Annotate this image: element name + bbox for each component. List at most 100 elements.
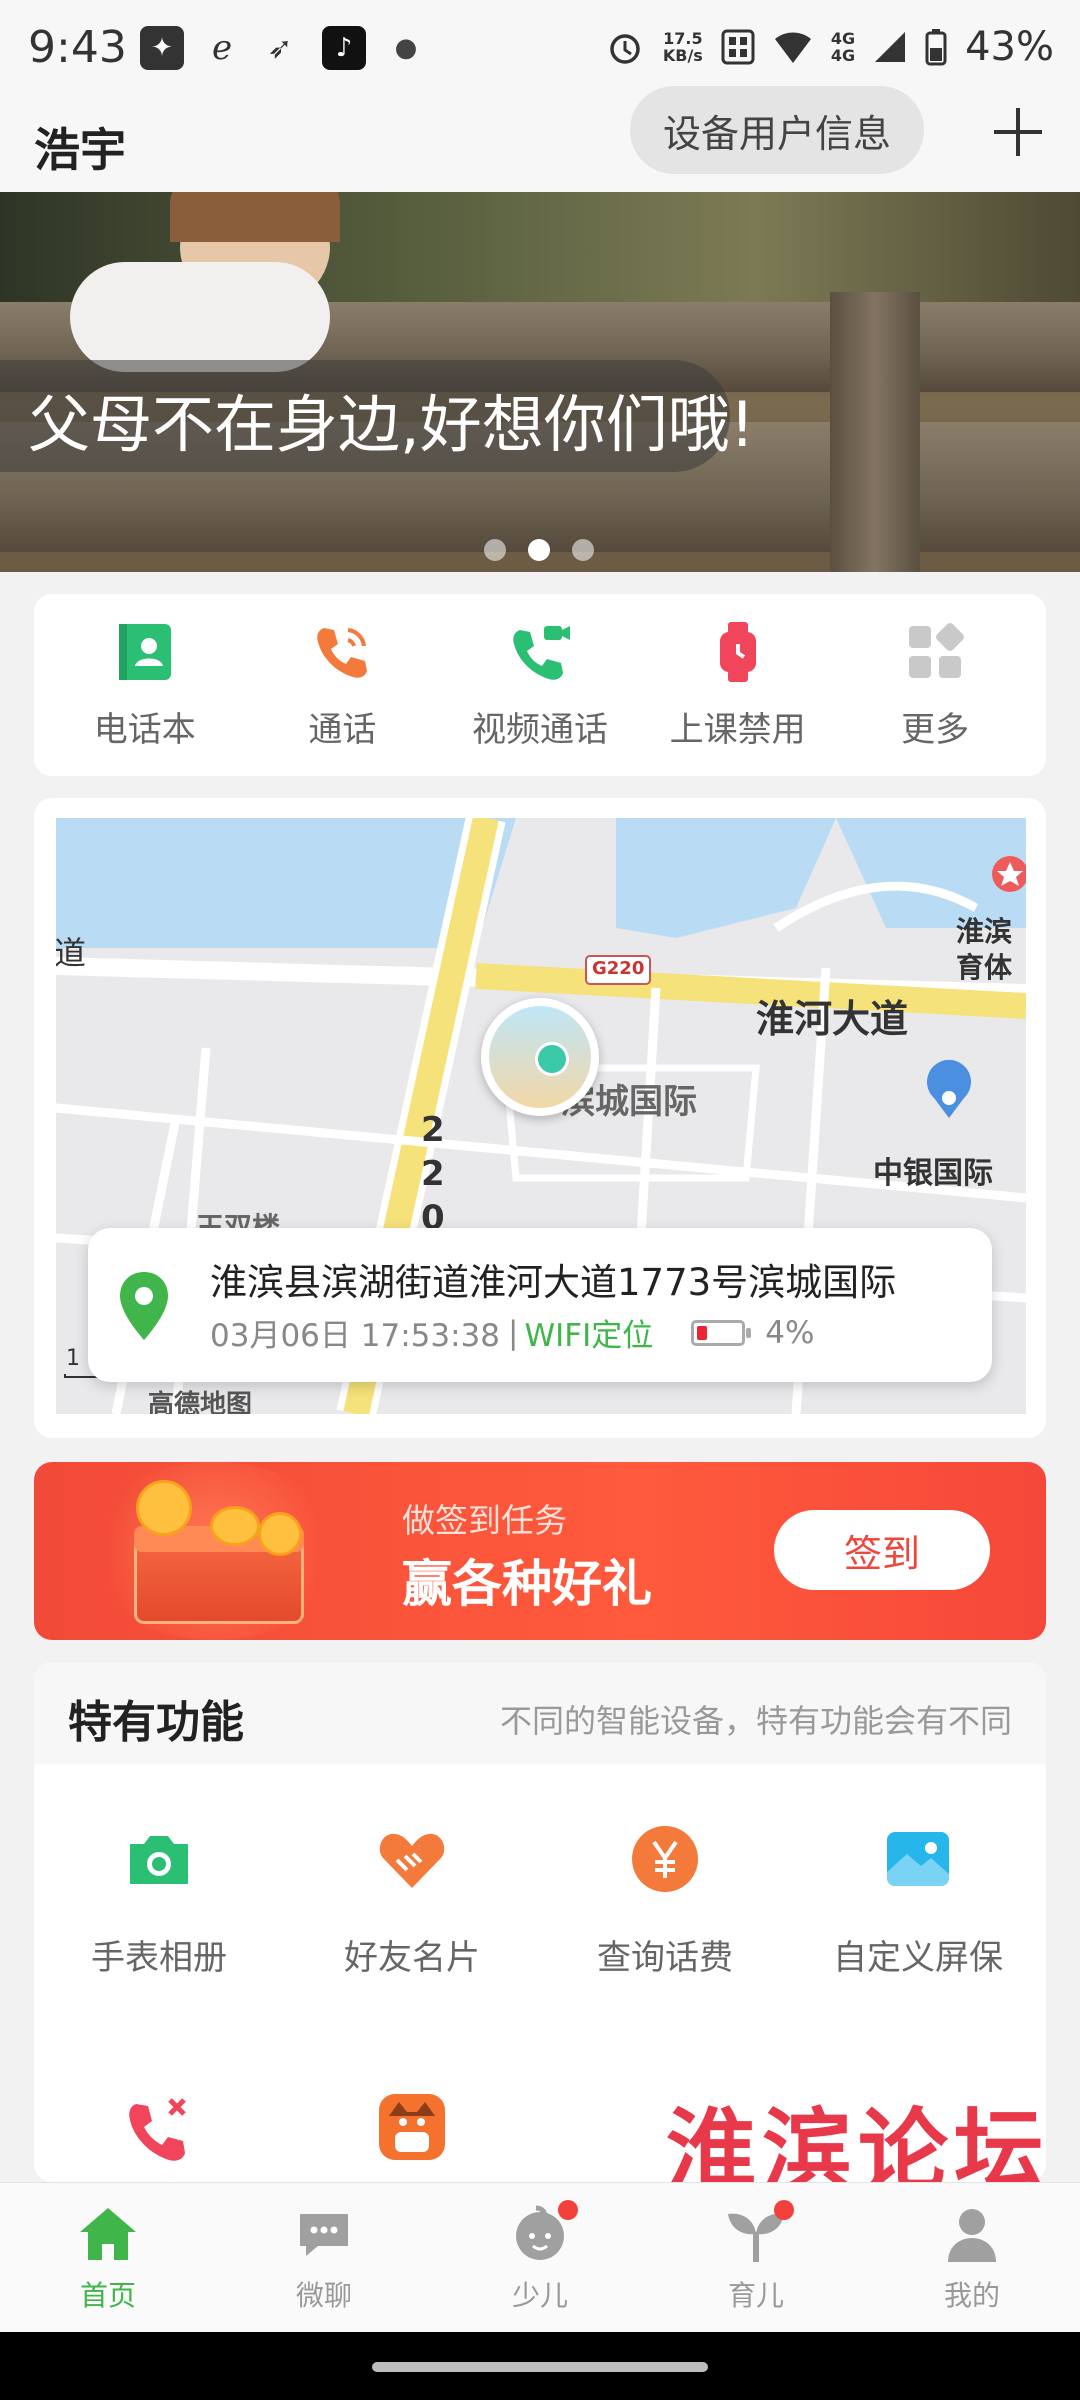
network-type-2: 4G	[830, 46, 856, 65]
map-road-code: G220	[592, 958, 645, 979]
add-icon[interactable]	[986, 100, 1050, 164]
coin-stack-icon	[210, 1506, 260, 1546]
quick-action-label: 电话本	[93, 709, 196, 750]
quick-actions: 电话本 通话 视频通话 上课禁用 更多	[34, 594, 1046, 776]
battery-percent: 43%	[965, 24, 1054, 70]
listen-app-icon	[379, 2094, 445, 2160]
nav-label: 微聊	[295, 2278, 352, 2312]
location-info-card[interactable]: 淮滨县滨湖街道淮河大道1773号滨城国际 03月06日 17:53:38 | W…	[88, 1228, 992, 1382]
carousel-dot-1[interactable]	[484, 539, 506, 561]
chat-icon	[300, 2213, 348, 2256]
marker-badge-icon	[535, 1042, 569, 1076]
camera-icon	[130, 1836, 188, 1884]
nav-parenting[interactable]: 育儿	[656, 2199, 856, 2314]
location-address: 淮滨县滨湖街道淮河大道1773号滨城国际	[210, 1261, 897, 1304]
nav-label: 少儿	[511, 2278, 568, 2312]
nav-label: 我的	[943, 2278, 1000, 2312]
hd-icon	[721, 29, 755, 65]
quick-action-more[interactable]: 更多	[845, 620, 1025, 751]
coin-icon-2	[258, 1512, 302, 1556]
function-label: 自定义屏保	[833, 1938, 1003, 1978]
map-road-main-label: 淮河大道	[756, 997, 909, 1041]
quick-action-label: 通话	[308, 709, 377, 750]
nav-chat[interactable]: 微聊	[224, 2202, 424, 2314]
checkin-title: 赢各种好礼	[402, 1555, 652, 1613]
tiktok-icon: ♪	[322, 26, 366, 70]
quick-action-class-mode[interactable]: 上课禁用	[648, 620, 828, 751]
contact-book-icon	[118, 623, 171, 680]
function-label: 手表相册	[91, 1938, 227, 1978]
signal-icon	[875, 32, 906, 62]
nav-kids-badge	[558, 2199, 578, 2220]
checkin-subtitle: 做签到任务	[402, 1501, 567, 1540]
checkin-button[interactable]: 签到	[774, 1510, 990, 1590]
alarm-icon	[610, 34, 640, 64]
banner-carousel[interactable]: 父母不在身边,好想你们哦!	[0, 192, 1080, 572]
quick-action-label: 视频通话	[471, 709, 608, 750]
location-meta: 03月06日 17:53:38 | WIFI定位 4%	[210, 1310, 814, 1355]
location-method: WIFI定位	[524, 1318, 654, 1354]
special-functions-title: 特有功能	[68, 1697, 244, 1748]
checkin-banner[interactable]: 做签到任务 赢各种好礼 签到	[34, 1462, 1046, 1640]
quick-action-call[interactable]: 通话	[252, 620, 432, 751]
nav-home[interactable]: 首页	[8, 2202, 208, 2314]
device-name-title: 浩宇	[34, 123, 126, 177]
status-time: 9:43	[28, 22, 127, 73]
map-brand-label: 高德地图	[148, 1390, 253, 1414]
send-app-icon: ➶	[267, 30, 293, 66]
network-speed-unit: KB/s	[662, 46, 703, 65]
map-poi-sport-2: 育体	[956, 951, 1013, 984]
home-icon	[80, 2207, 136, 2260]
network-speed-value: 17.5	[663, 29, 703, 48]
map-poi-sport-1: 淮滨	[956, 915, 1013, 948]
watch-battery-fill	[697, 1325, 708, 1340]
link-app-icon: ℯ	[211, 28, 233, 68]
function-label: 好友名片	[344, 1938, 480, 1978]
function-listen[interactable]	[287, 2090, 537, 2164]
function-label: 查询话费	[597, 1938, 733, 1978]
carousel-dot-3[interactable]	[572, 539, 594, 561]
home-gesture-bar[interactable]	[372, 2362, 708, 2372]
special-functions-header: 特有功能 不同的智能设备，特有功能会有不同	[34, 1662, 1046, 1764]
function-custom-screensaver[interactable]: 自定义屏保	[793, 1822, 1043, 1979]
handshake-icon	[379, 1833, 445, 1888]
bottom-nav: 首页 微聊 少儿 育儿 我的	[0, 2182, 1080, 2332]
function-friend-card[interactable]: 好友名片	[287, 1822, 537, 1979]
network-type-1: 4G	[830, 29, 856, 48]
network-type: 4G 4G	[831, 30, 855, 64]
quick-action-video-call[interactable]: 视频通话	[450, 620, 630, 751]
function-query-bill[interactable]: 查询话费	[540, 1822, 790, 1979]
function-call-block[interactable]	[34, 2090, 284, 2164]
watch-icon	[719, 621, 756, 682]
quick-action-label: 上课禁用	[669, 709, 806, 750]
nav-label: 育儿	[727, 2278, 784, 2312]
map-road-left-label: 道	[56, 934, 87, 972]
child-hair	[170, 192, 340, 242]
call-block-icon	[129, 2098, 186, 2161]
coin-icon	[136, 1480, 192, 1536]
function-watch-album[interactable]: 手表相册	[34, 1822, 284, 1979]
profile-icon	[948, 2208, 996, 2262]
app-notification-icon: ✦	[140, 26, 184, 70]
child-sweater	[70, 262, 330, 372]
quick-action-label: 更多	[901, 709, 970, 750]
map-scale-label: 1	[66, 1346, 80, 1371]
nav-label: 首页	[79, 2278, 136, 2312]
network-speed: 17.5 KB/s	[663, 30, 703, 64]
location-pin-icon	[120, 1272, 168, 1340]
device-user-info-button[interactable]: 设备用户信息	[630, 86, 924, 174]
banner-caption: 父母不在身边,好想你们哦!	[28, 388, 755, 461]
fence-post	[830, 292, 920, 572]
map-poi-bank: 中银国际	[873, 1156, 993, 1191]
special-functions-subtitle: 不同的智能设备，特有功能会有不同	[499, 1702, 1012, 1740]
watch-location-marker[interactable]	[481, 998, 599, 1116]
map-road-vertical-label: 220	[421, 1110, 445, 1238]
watch-battery-icon	[691, 1319, 752, 1346]
video-call-icon	[513, 625, 570, 680]
carousel-dot-2[interactable]	[528, 539, 550, 561]
wifi-icon	[774, 32, 811, 63]
quick-action-phonebook[interactable]: 电话本	[55, 620, 235, 751]
nav-profile[interactable]: 我的	[872, 2202, 1072, 2314]
nav-kids[interactable]: 少儿	[440, 2199, 640, 2314]
yuan-icon	[632, 1826, 698, 1892]
